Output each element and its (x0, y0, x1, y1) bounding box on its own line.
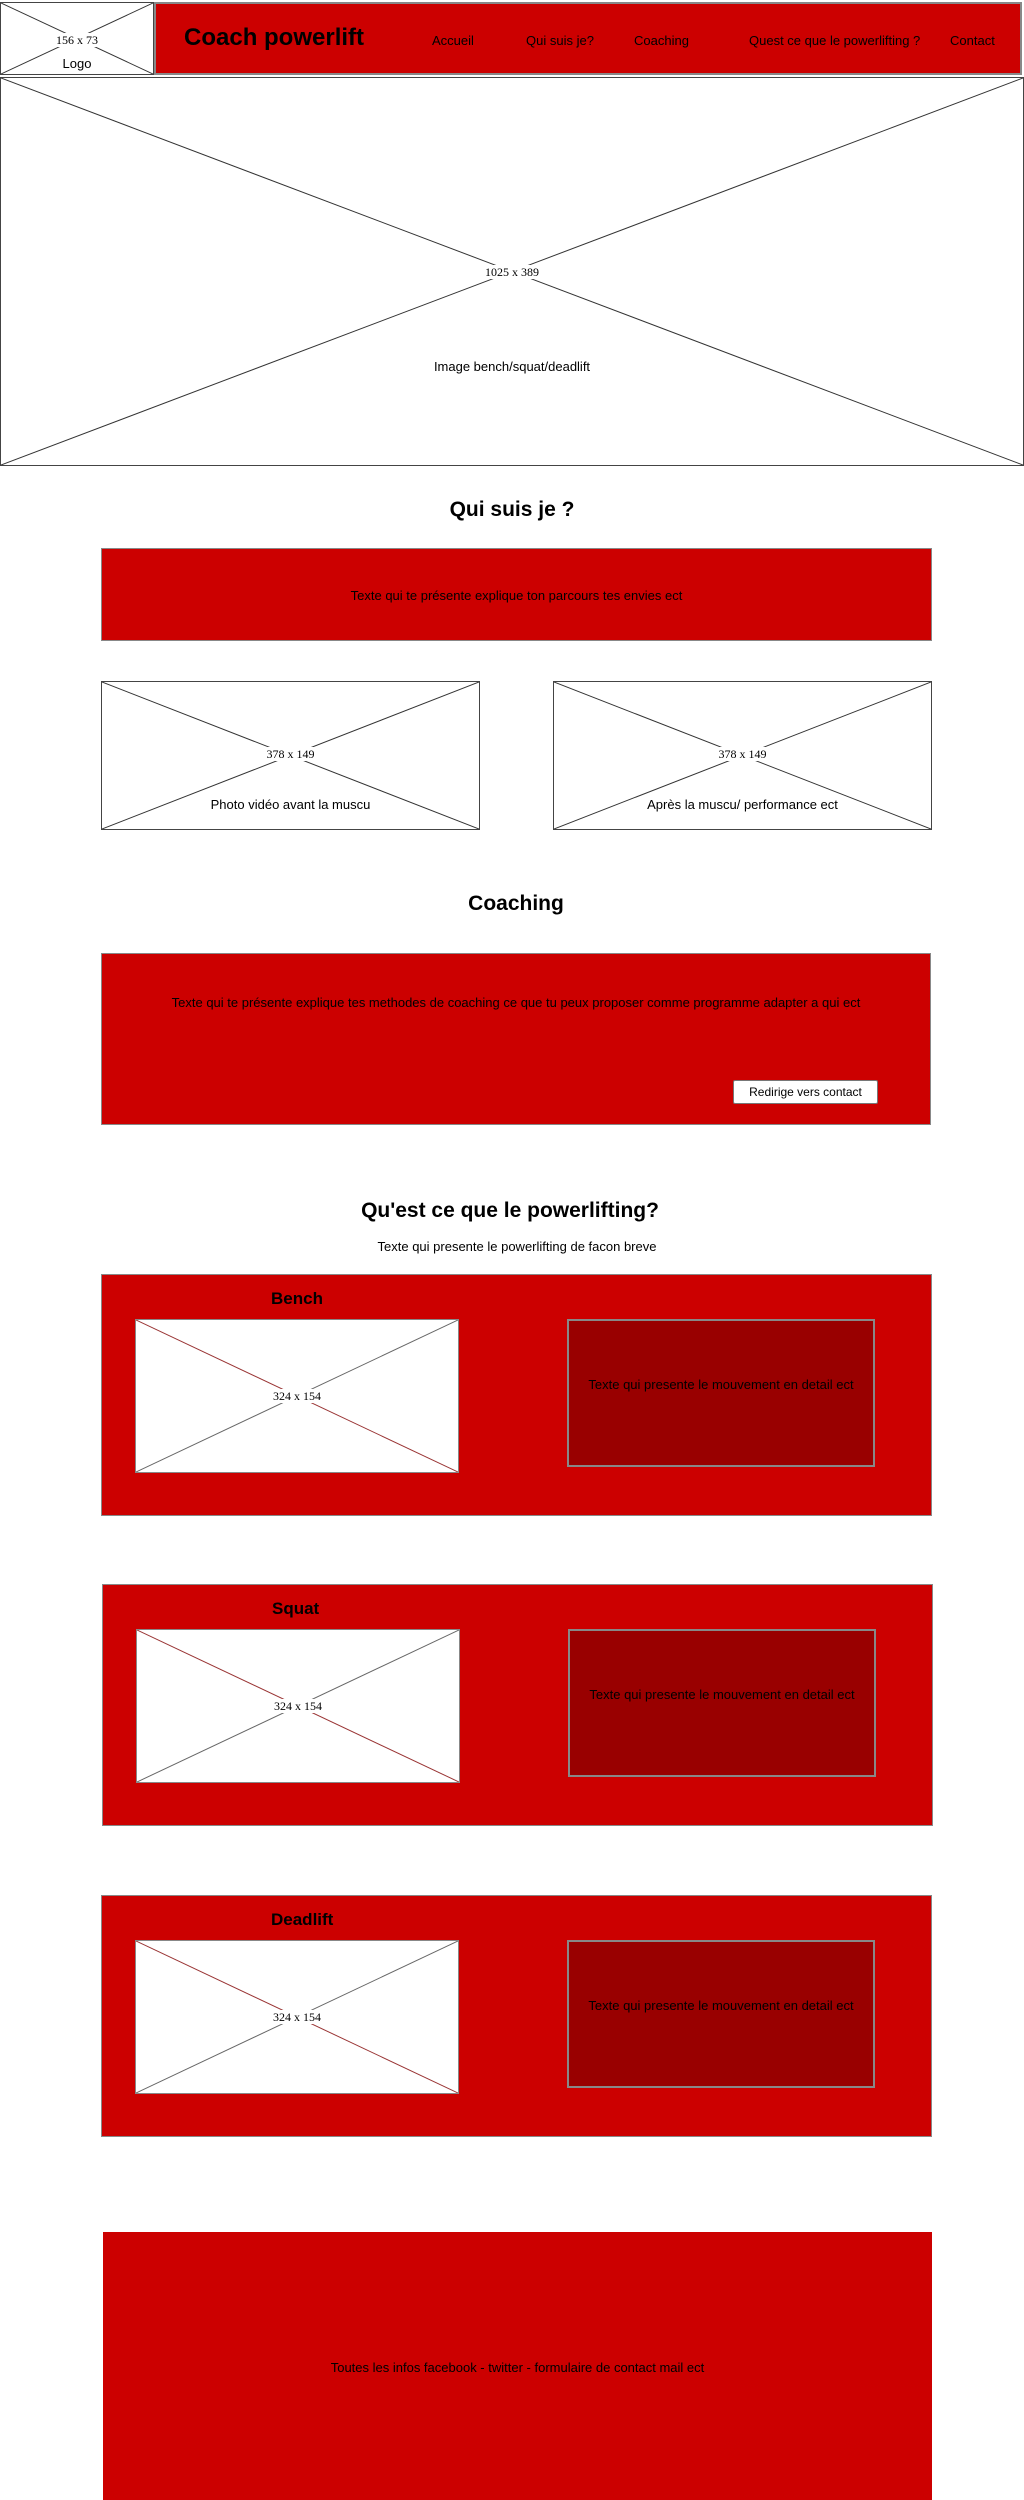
bench-description: Texte qui presente le mouvement en detai… (588, 1377, 854, 1392)
squat-description-box: Texte qui presente le mouvement en detai… (568, 1629, 876, 1777)
coaching-text-block: Texte qui te présente explique tes metho… (101, 953, 931, 1125)
nav-link-qui-suis-je[interactable]: Qui suis je? (526, 33, 594, 48)
nav-link-powerlifting[interactable]: Quest ce que le powerlifting ? (749, 33, 920, 48)
after-photo-dimensions: 378 x 149 (716, 747, 769, 761)
deadlift-image-dimensions: 324 x 154 (271, 2010, 323, 2024)
hero-image-placeholder: 1025 x 389 Image bench/squat/deadlift (0, 77, 1024, 466)
logo-label: Logo (60, 56, 94, 71)
coaching-heading: Coaching (468, 892, 564, 915)
bench-image-placeholder: 324 x 154 (135, 1319, 459, 1473)
powerlifting-heading: Qu'est ce que le powerlifting? (361, 1199, 659, 1222)
bench-card: Bench 324 x 154 Texte qui presente le mo… (101, 1274, 932, 1516)
squat-card: Squat 324 x 154 Texte qui presente le mo… (102, 1584, 933, 1826)
squat-image-dimensions: 324 x 154 (272, 1699, 324, 1713)
logo-placeholder[interactable]: 156 x 73 Logo (0, 2, 154, 75)
squat-image-placeholder: 324 x 154 (136, 1629, 460, 1783)
deadlift-description-box: Texte qui presente le mouvement en detai… (567, 1940, 875, 2088)
about-text: Texte qui te présente explique ton parco… (350, 588, 683, 603)
after-photo-placeholder: 378 x 149 Après la muscu/ performance ec… (553, 681, 932, 830)
footer: Toutes les infos facebook - twitter - fo… (103, 2232, 932, 2500)
squat-title: Squat (272, 1599, 320, 1618)
deadlift-title: Deadlift (271, 1910, 334, 1929)
top-nav-bar: Coach powerlift Accueil Qui suis je? Coa… (154, 2, 1022, 75)
bench-description-box: Texte qui presente le mouvement en detai… (567, 1319, 875, 1467)
before-photo-caption: Photo vidéo avant la muscu (208, 797, 373, 812)
site-title: Coach powerlift (184, 24, 365, 51)
deadlift-card: Deadlift 324 x 154 Texte qui presente le… (101, 1895, 932, 2137)
before-photo-placeholder: 378 x 149 Photo vidéo avant la muscu (101, 681, 480, 830)
before-photo-dimensions: 378 x 149 (264, 747, 317, 761)
coaching-text: Texte qui te présente explique tes metho… (171, 995, 861, 1010)
deadlift-image-placeholder: 324 x 154 (135, 1940, 459, 2094)
about-text-block: Texte qui te présente explique ton parco… (101, 548, 932, 641)
powerlifting-intro: Texte qui presente le powerlifting de fa… (377, 1239, 657, 1254)
nav-link-contact[interactable]: Contact (950, 33, 995, 48)
nav-link-coaching[interactable]: Coaching (634, 33, 689, 48)
logo-dimensions: 156 x 73 (54, 33, 100, 47)
footer-text: Toutes les infos facebook - twitter - fo… (330, 2360, 705, 2375)
bench-title: Bench (271, 1289, 323, 1308)
contact-redirect-button[interactable]: Redirige vers contact (733, 1080, 878, 1104)
hero-dimensions: 1025 x 389 (483, 265, 541, 279)
hero-caption: Image bench/squat/deadlift (431, 359, 593, 374)
about-heading: Qui suis je ? (449, 498, 575, 521)
squat-description: Texte qui presente le mouvement en detai… (589, 1687, 855, 1702)
after-photo-caption: Après la muscu/ performance ect (645, 797, 840, 812)
deadlift-description: Texte qui presente le mouvement en detai… (588, 1998, 854, 2013)
bench-image-dimensions: 324 x 154 (271, 1389, 323, 1403)
nav-link-accueil[interactable]: Accueil (432, 33, 474, 48)
